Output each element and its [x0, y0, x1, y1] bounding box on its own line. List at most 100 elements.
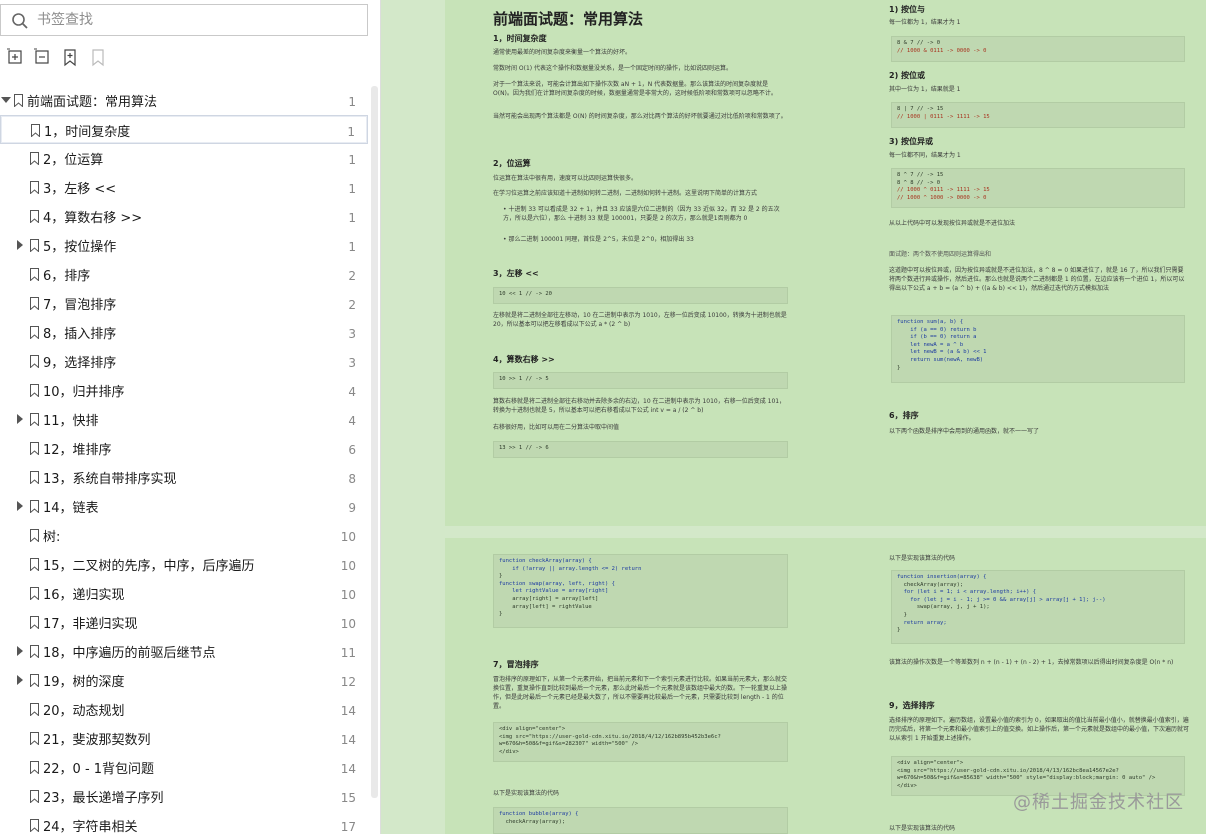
bookmark-icon	[31, 124, 40, 137]
bookmark-label: 1，时间复杂度	[44, 125, 131, 140]
bookmark-page-number: 11	[340, 646, 356, 660]
caret-right-icon[interactable]	[17, 501, 23, 511]
bookmark-item[interactable]: 24，字符串相关 17	[0, 811, 368, 834]
paragraph: 这道题中可以按位异或，因为按位异或就是不进位加法，8 ^ 8 = 0 如果进位了…	[889, 267, 1185, 292]
bookmark-item[interactable]: 21，斐波那契数列 14	[0, 724, 368, 753]
bookmark-label: 3，左移 <<	[43, 182, 117, 197]
bookmark-item[interactable]: 19，树的深度 12	[0, 666, 368, 695]
code-line: // 1000 & 0111 -> 0000 -> 0	[897, 47, 987, 54]
paragraph: 当然可能会出现两个算法都是 O(N) 的时间复杂度，那么对比两个算法的好坏就要通…	[493, 113, 787, 120]
bookmark-icon	[30, 268, 39, 281]
bookmark-label: 7，冒泡排序	[43, 298, 117, 313]
bookmark-icon	[30, 529, 39, 542]
code-line: function swap(array, left, right) {	[499, 580, 615, 587]
bullet-text: 十进制 33 可以看成是 32 + 1，并且 33 应该是六位二进制的（因为 3…	[503, 206, 780, 222]
code-block: function sum(a, b) { if (a == 0) return …	[891, 315, 1185, 383]
bookmark-item[interactable]: 11，快排 4	[0, 405, 368, 434]
caret-down-icon[interactable]	[1, 97, 11, 103]
bookmark-icon	[30, 761, 39, 774]
bookmark-item[interactable]: 14，链表 9	[0, 492, 368, 521]
bookmark-page-number: 17	[340, 820, 356, 834]
bookmark-icon	[30, 413, 39, 426]
bookmark-label: 16，递归实现	[43, 588, 125, 603]
expand-all-icon[interactable]	[6, 48, 24, 68]
watermark: @稀土掘金技术社区	[1013, 792, 1184, 813]
paragraph: 通常使用最差的时间复杂度来衡量一个算法的好坏。	[493, 49, 632, 56]
code-line: 8 ^ 7 // -> 15	[897, 172, 944, 178]
code-line: function insertion(array) {	[897, 574, 987, 580]
bookmark-search-box[interactable]	[0, 4, 368, 36]
bookmark-item[interactable]: 1，时间复杂度 1	[0, 115, 368, 144]
section-9-heading: 9，选择排序	[889, 701, 935, 710]
code-line: if (a == 0) return b	[897, 326, 977, 333]
bookmark-item[interactable]: 前端面试题：常用算法 1	[0, 86, 368, 115]
caret-right-icon[interactable]	[17, 675, 23, 685]
code-line: 8 ^ 8 // -> 0	[897, 179, 941, 186]
code-line: let rightValue = array[right]	[499, 588, 609, 595]
code-line: <div align="center">	[897, 760, 964, 766]
bookmark-item[interactable]: 10，归并排序 4	[0, 376, 368, 405]
caret-right-icon[interactable]	[17, 240, 23, 250]
bookmark-label: 24，字符串相关	[43, 820, 138, 834]
caret-right-icon[interactable]	[17, 646, 23, 656]
code-line: 8 | 7 // -> 15	[897, 106, 944, 112]
search-icon	[12, 13, 28, 29]
bookmark-icon	[30, 790, 39, 803]
bookmark-item[interactable]: 树: 10	[0, 521, 368, 550]
code-line: for (let i = 1; i < array.length; i++) {	[897, 589, 1037, 596]
bookmark-item[interactable]: 6，排序 2	[0, 260, 368, 289]
bookmark-page-number: 10	[340, 530, 356, 544]
delete-bookmark-icon[interactable]	[89, 48, 107, 68]
bullet-text: 那么二进制 100001 同理，首位是 2^5，末位是 2^0，相加得出 33	[508, 236, 694, 243]
document-viewer[interactable]: 前端面试题：常用算法 1，时间复杂度 通常使用最差的时间复杂度来衡量一个算法的好…	[381, 0, 1206, 834]
bookmark-icon	[30, 181, 39, 194]
bookmark-label: 8，插入排序	[43, 327, 117, 342]
bookmark-item[interactable]: 13，系统自带排序实现 8	[0, 463, 368, 492]
bookmark-item[interactable]: 17，非递归实现 10	[0, 608, 368, 637]
bookmark-item[interactable]: 9，选择排序 3	[0, 347, 368, 376]
bookmark-item[interactable]: 8，插入排序 3	[0, 318, 368, 347]
bookmark-item[interactable]: 12，堆排序 6	[0, 434, 368, 463]
bookmark-page-number: 1	[347, 125, 355, 139]
code-line: w=670&h=508&f=gif&s=282307" width="500" …	[499, 741, 639, 748]
bookmark-label: 11，快排	[43, 414, 99, 429]
bookmark-item[interactable]: 20，动态规划 14	[0, 695, 368, 724]
bookmark-page-number: 1	[348, 95, 356, 109]
code-line: if (!array || array.length <= 2) return	[499, 565, 642, 572]
collapse-all-icon[interactable]	[33, 48, 51, 68]
bookmark-item[interactable]: 2，位运算 1	[0, 144, 368, 173]
code-block: 8 | 7 // -> 15// 1000 | 0111 -> 1111 -> …	[891, 102, 1185, 128]
paragraph: 以下是实现该算法的代码	[889, 825, 956, 832]
bookmark-item[interactable]: 16，递归实现 10	[0, 579, 368, 608]
bookmark-label: 6，排序	[43, 269, 91, 284]
subsection-heading: 2) 按位或	[889, 71, 926, 80]
paragraph: 每一位都不同，结果才为 1	[889, 152, 961, 159]
bookmark-item[interactable]: 5，按位操作 1	[0, 231, 368, 260]
bookmark-label: 13，系统自带排序实现	[43, 472, 177, 487]
bookmark-toolbar	[0, 48, 370, 70]
code-block: 10 >> 1 // -> 5	[493, 372, 788, 389]
bookmark-item[interactable]: 23，最长递增子序列 15	[0, 782, 368, 811]
paragraph: 对于一个算法来说，可能会计算出如下操作次数 aN + 1，N 代表数据量。那么该…	[493, 81, 777, 97]
bookmark-item[interactable]: 7，冒泡排序 2	[0, 289, 368, 318]
bookmark-search-input[interactable]	[37, 5, 357, 35]
code-line: // 1000 ^ 0111 -> 1111 -> 15	[897, 187, 990, 194]
code-block: function insertion(array) { checkArray(a…	[891, 570, 1185, 644]
paragraph: 该算法的操作次数是一个等差数列 n + (n - 1) + (n - 2) + …	[889, 659, 1174, 666]
bookmark-item[interactable]: 22，0 - 1背包问题 14	[0, 753, 368, 782]
caret-right-icon[interactable]	[17, 414, 23, 424]
bookmark-item[interactable]: 3，左移 << 1	[0, 173, 368, 202]
bookmark-item[interactable]: 4，算数右移 >> 1	[0, 202, 368, 231]
add-bookmark-icon[interactable]	[61, 48, 79, 68]
code-line: for (let j = i - 1; j >= 0 && array[j] >…	[897, 596, 1106, 603]
code-line: }	[499, 573, 503, 580]
bookmark-page-number: 10	[340, 559, 356, 573]
bookmark-item[interactable]: 15，二叉树的先序，中序，后序遍历 10	[0, 550, 368, 579]
bookmark-label: 12，堆排序	[43, 443, 112, 458]
paragraph: 算数右移就是将二进制全部往右移动并去除多余的右边，10 在二进制中表示为 101…	[493, 398, 786, 414]
sidebar-scrollbar[interactable]	[371, 86, 378, 798]
bookmark-icon	[30, 239, 39, 252]
code-line: checkArray(array);	[499, 818, 566, 825]
bookmark-item[interactable]: 18，中序遍历的前驱后继节点 11	[0, 637, 368, 666]
code-line: }	[499, 611, 503, 618]
